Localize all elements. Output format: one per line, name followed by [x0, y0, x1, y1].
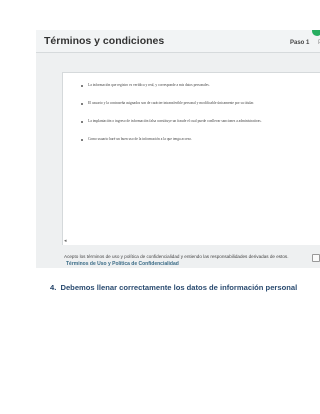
page-title: Términos y condiciones: [44, 35, 165, 47]
terms-scroll-box[interactable]: La información que registro es verídica …: [62, 72, 320, 245]
terms-item: El usuario y la contraseña asignados son…: [81, 101, 320, 107]
accept-terms-label: Acepto los términos de uso y política de…: [64, 254, 289, 259]
terms-list: La información que registro es verídica …: [81, 83, 320, 155]
terms-policy-link[interactable]: Términos de Uso y Política de Confidenci…: [66, 261, 179, 267]
question-number: 4.: [50, 283, 57, 292]
terms-item: Como usuario haré un buen uso de la info…: [81, 137, 320, 143]
bullet-icon: [81, 138, 83, 141]
accept-terms-checkbox[interactable]: [312, 254, 320, 262]
bullet-icon: [81, 120, 83, 123]
question-heading: 4. Debemos llenar correctamente los dato…: [50, 283, 297, 292]
question-text: Debemos llenar correctamente los datos d…: [60, 283, 298, 292]
terms-item-text: El usuario y la contraseña asignados son…: [88, 101, 254, 105]
page-header: Términos y condiciones Paso 1 P: [36, 30, 320, 53]
terms-item-text: Como usuario haré un buen uso de la info…: [88, 137, 192, 141]
terms-item: La información que registro es verídica …: [81, 83, 320, 89]
terms-item-text: La información que registro es verídica …: [88, 83, 210, 87]
terms-item-text: La implantación o ingreso de información…: [88, 119, 262, 123]
step-indicator: Paso 1: [290, 40, 310, 46]
terms-item: La implantación o ingreso de información…: [81, 119, 320, 125]
screenshot-panel: Términos y condiciones Paso 1 P La infor…: [36, 30, 320, 268]
step-complete-icon: [312, 30, 320, 36]
scroll-left-arrow-icon[interactable]: ◂: [64, 238, 67, 244]
bullet-icon: [81, 84, 83, 87]
bullet-icon: [81, 102, 83, 105]
